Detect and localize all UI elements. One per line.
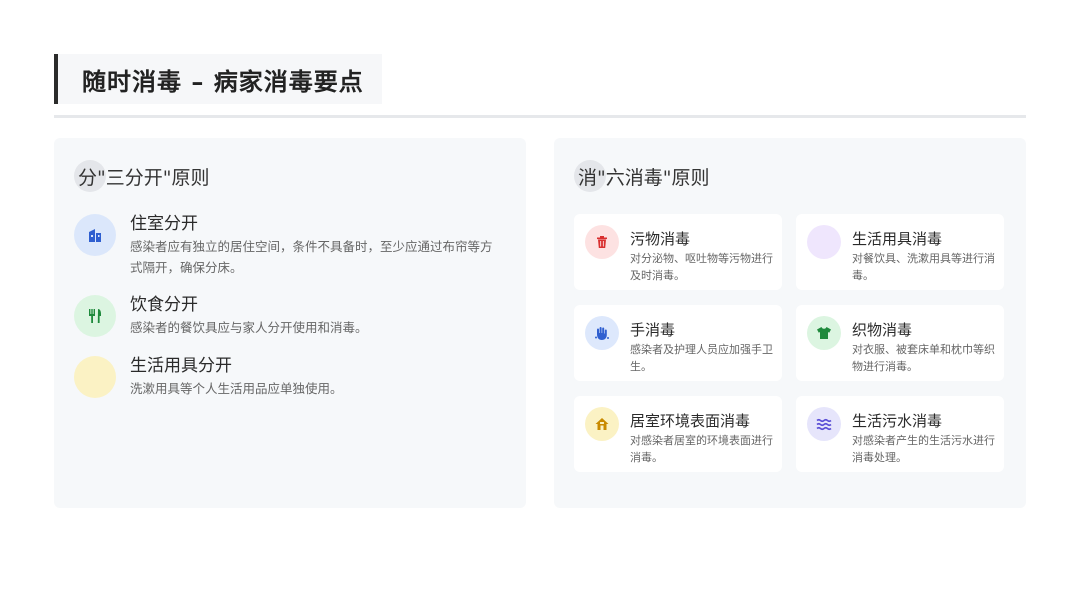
slide-title-bar: 随时消毒 – 病家消毒要点 [54,54,382,104]
rule-title: 住室分开 [130,214,198,234]
rule-desc: 感染者的餐饮具应与家人分开使用和消毒。 [130,320,368,335]
card-household-items-disinfection: 生活用具消毒 对餐饮具、洗漱用具等进行消毒。 [796,214,1004,290]
panel-title: 消"六消毒"原则 [578,166,710,189]
rule-desc: 感染者应有独立的居住空间，条件不具备时，至少应通过布帘等方式隔开，确保分床。 [130,239,493,275]
panel-header: 分"三分开"原则 [74,160,209,192]
rule-item-personal-items: 生活用具分开 洗漱用具等个人生活用品应单独使用。 [74,356,502,399]
utensils-icon [74,295,116,337]
rule-item-room: 住室分开 感染者应有独立的居住空间，条件不具备时，至少应通过布帘等方式隔开，确保… [74,214,502,278]
card-hand-disinfection: 手消毒 感染者及护理人员应加强手卫生。 [574,305,782,381]
six-disinfections-panel: 消"六消毒"原则 污物消毒 对分泌物、呕吐物等污物进行及时消毒。 生活用具消毒 … [554,138,1026,508]
shirt-icon [807,316,841,350]
card-title: 织物消毒 [852,321,913,339]
title-divider [54,115,1026,118]
card-desc: 对感染者产生的生活污水进行消毒处理。 [852,434,995,464]
house-icon [585,407,619,441]
water-icon [807,407,841,441]
panel-header: 消"六消毒"原则 [574,160,709,192]
card-desc: 感染者及护理人员应加强手卫生。 [630,343,773,373]
panel-title: 分"三分开"原则 [78,166,210,189]
building-icon [74,214,116,256]
card-waste-disinfection: 污物消毒 对分泌物、呕吐物等污物进行及时消毒。 [574,214,782,290]
card-desc: 对餐饮具、洗漱用具等进行消毒。 [852,252,995,282]
rule-title: 饮食分开 [130,295,198,315]
card-title: 生活用具消毒 [852,230,943,248]
slide-title: 随时消毒 – 病家消毒要点 [82,66,364,96]
three-separations-panel: 分"三分开"原则 住室分开 感染者应有独立的居住空间，条件不具备时，至少应通过布… [54,138,526,508]
card-surface-disinfection: 居室环境表面消毒 对感染者居室的环境表面进行消毒。 [574,396,782,472]
card-desc: 对衣服、被套床单和枕巾等织物进行消毒。 [852,343,995,373]
rule-title: 生活用具分开 [130,356,232,376]
card-desc: 对感染者居室的环境表面进行消毒。 [630,434,773,464]
household-items-icon [807,225,841,259]
rule-desc: 洗漱用具等个人生活用品应单独使用。 [130,381,343,396]
card-title: 手消毒 [630,321,676,339]
card-sewage-disinfection: 生活污水消毒 对感染者产生的生活污水进行消毒处理。 [796,396,1004,472]
card-title: 污物消毒 [630,230,691,248]
rule-item-dining: 饮食分开 感染者的餐饮具应与家人分开使用和消毒。 [74,295,502,338]
card-fabric-disinfection: 织物消毒 对衣服、被套床单和枕巾等织物进行消毒。 [796,305,1004,381]
card-desc: 对分泌物、呕吐物等污物进行及时消毒。 [630,252,773,282]
toiletries-icon [74,356,116,398]
hand-wash-icon [585,316,619,350]
trash-icon [585,225,619,259]
card-title: 居室环境表面消毒 [630,412,751,430]
card-title: 生活污水消毒 [852,412,943,430]
